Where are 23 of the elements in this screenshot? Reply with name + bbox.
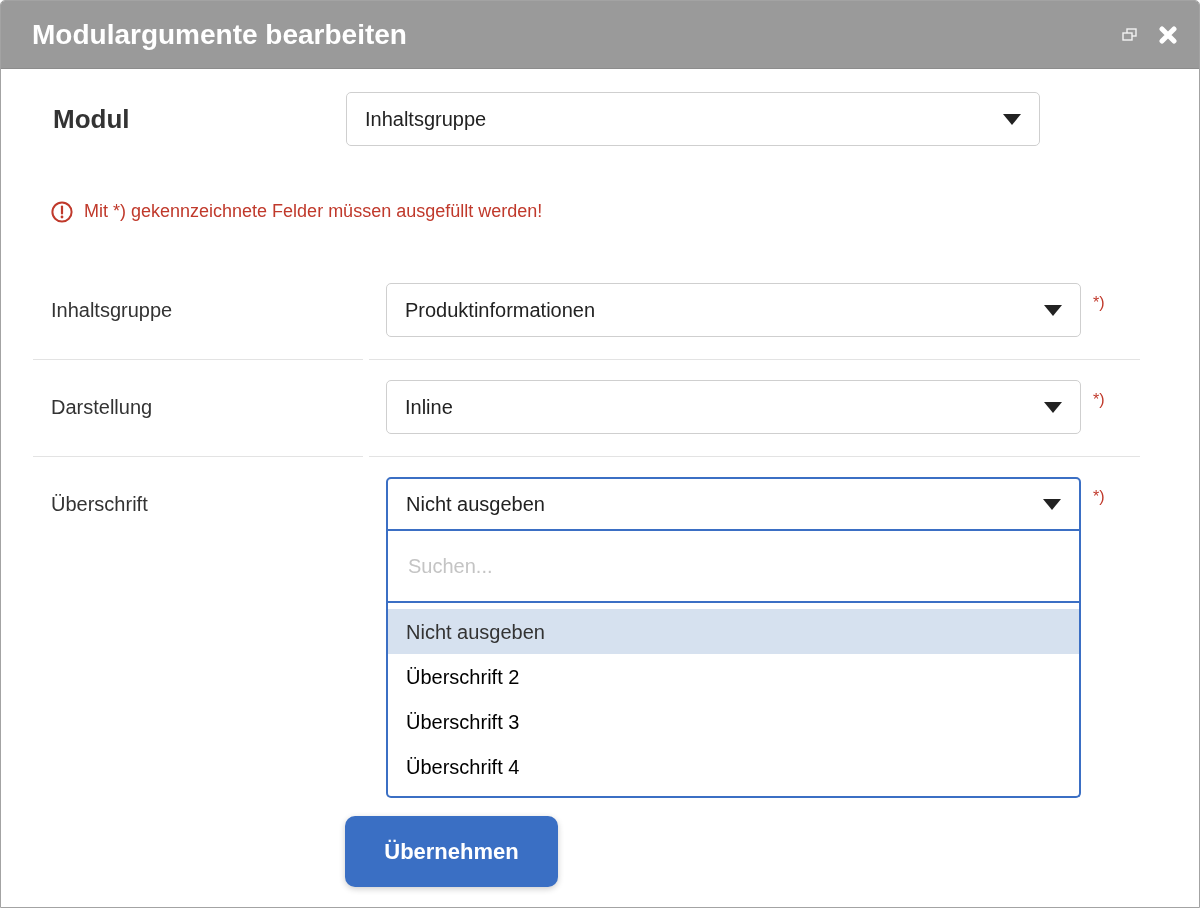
caret-icon — [1044, 401, 1062, 413]
module-label: Modul — [53, 103, 130, 134]
select-field[interactable]: Inline — [386, 380, 1081, 434]
error-icon — [51, 200, 73, 223]
required-mark: *) — [1093, 293, 1105, 313]
window-title: Modulargumente bearbeiten — [32, 17, 407, 52]
field-label: Inhaltsgruppe — [51, 298, 173, 323]
required-mark: *) — [1093, 487, 1105, 507]
required-mark: *) — [1093, 390, 1105, 410]
error-message: Mit *) gekennzeichnete Felder müssen ausgefüllt werden! — [84, 200, 543, 223]
restore-icon[interactable] — [1122, 28, 1137, 41]
module-select[interactable]: Inhaltsgruppe — [346, 92, 1040, 146]
search-field[interactable]: Suchen... — [386, 531, 1081, 603]
caret-icon — [1003, 113, 1021, 125]
select-field[interactable]: Produktinformationen — [386, 283, 1081, 337]
select-field[interactable]: Nicht ausgeben — [386, 477, 1081, 531]
close-icon[interactable] — [1159, 25, 1177, 44]
field-label: Darstellung — [51, 395, 153, 420]
apply-button[interactable]: Übernehmen — [345, 816, 558, 887]
caret-icon — [1043, 498, 1061, 510]
dropdown-option[interactable]: Nicht ausgeben — [388, 609, 1079, 654]
caret-icon — [1044, 304, 1062, 316]
field-label: Überschrift — [51, 492, 148, 517]
